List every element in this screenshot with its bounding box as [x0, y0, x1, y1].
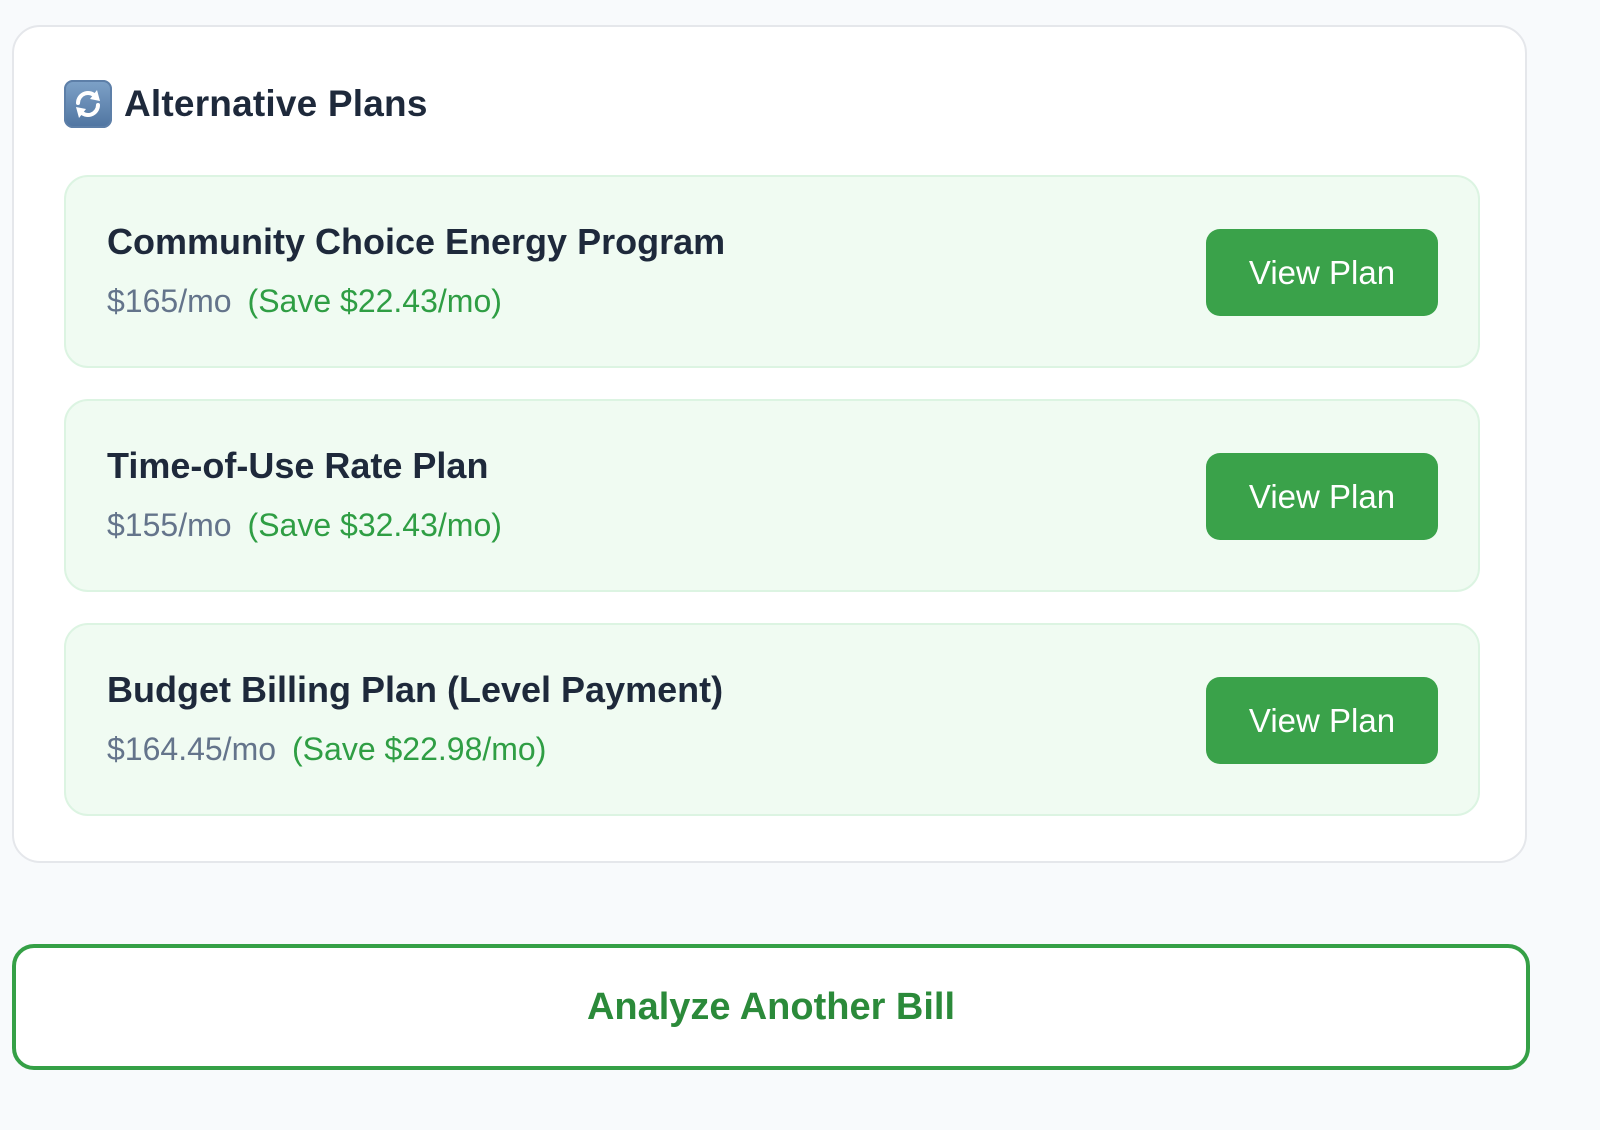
analyze-another-bill-button[interactable]: Analyze Another Bill [12, 944, 1530, 1070]
plan-price: $165/mo [107, 283, 232, 319]
plan-price: $155/mo [107, 507, 232, 543]
page: Alternative Plans Community Choice Energ… [0, 0, 1600, 1130]
plan-price-row: $165/mo (Save $22.43/mo) [107, 283, 502, 320]
plan-card-budget-billing: Budget Billing Plan (Level Payment) $164… [64, 623, 1480, 816]
plan-savings: (Save $32.43/mo) [247, 507, 502, 543]
plan-name: Budget Billing Plan (Level Payment) [107, 669, 724, 710]
plan-card-community-choice: Community Choice Energy Program $165/mo (… [64, 175, 1480, 368]
view-plan-button[interactable]: View Plan [1206, 453, 1438, 540]
plan-savings: (Save $22.98/mo) [292, 731, 547, 767]
refresh-arrows-icon [64, 80, 112, 128]
plan-price-row: $164.45/mo (Save $22.98/mo) [107, 731, 546, 768]
view-plan-button[interactable]: View Plan [1206, 677, 1438, 764]
card-header: Alternative Plans [64, 78, 428, 130]
plan-price-row: $155/mo (Save $32.43/mo) [107, 507, 502, 544]
section-title: Alternative Plans [124, 83, 428, 124]
plan-name: Time-of-Use Rate Plan [107, 445, 489, 486]
plan-price: $164.45/mo [107, 731, 277, 767]
alternative-plans-card: Alternative Plans Community Choice Energ… [12, 25, 1527, 863]
view-plan-button[interactable]: View Plan [1206, 229, 1438, 316]
plan-name: Community Choice Energy Program [107, 221, 726, 262]
plan-savings: (Save $22.43/mo) [247, 283, 502, 319]
plan-card-time-of-use: Time-of-Use Rate Plan $155/mo (Save $32.4… [64, 399, 1480, 592]
